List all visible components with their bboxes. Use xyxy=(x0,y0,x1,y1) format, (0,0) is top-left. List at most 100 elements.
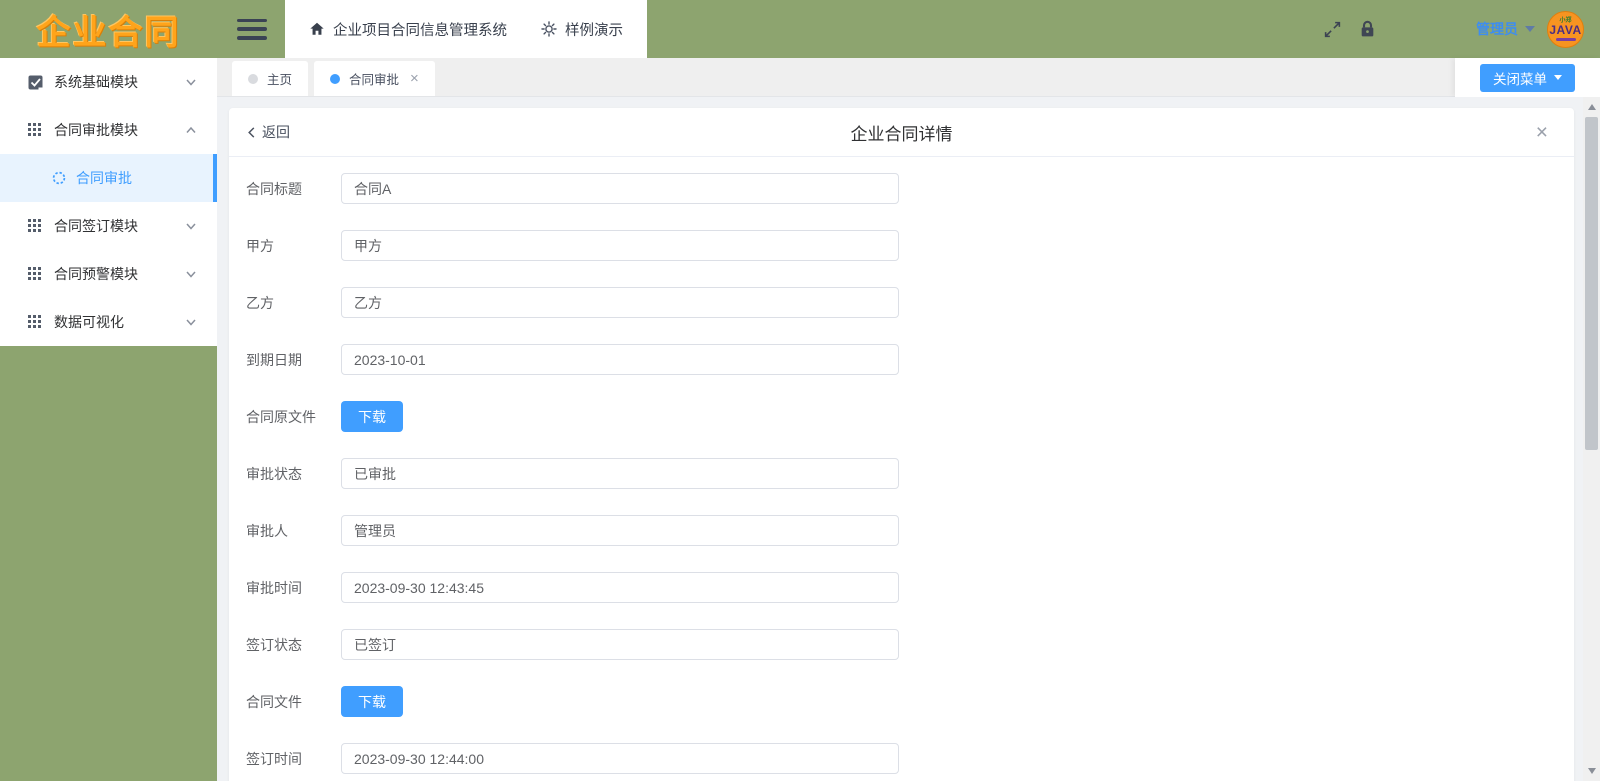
approver-input[interactable] xyxy=(341,515,899,546)
app-logo: 企业合同 xyxy=(0,0,217,58)
field-label: 合同原文件 xyxy=(246,408,316,425)
chevron-down-icon xyxy=(185,76,197,88)
field-row-approval-time: 审批时间 xyxy=(246,572,1574,603)
avatar-main-text: JAVA xyxy=(1549,22,1582,37)
field-label: 签订状态 xyxy=(246,636,302,653)
contract-form: 合同标题甲方乙方到期日期合同原文件下载审批状态审批人审批时间签订状态合同文件下载… xyxy=(229,157,1574,774)
sidebar-subitem-label: 合同审批 xyxy=(76,170,132,186)
approval-time-input[interactable] xyxy=(341,572,899,603)
user-dropdown[interactable]: 管理员 xyxy=(1476,19,1535,39)
app-logo-text: 企业合同 xyxy=(36,13,181,52)
sidebar-item-label: 合同预警模块 xyxy=(54,266,138,282)
scroll-up-icon[interactable] xyxy=(1583,99,1600,115)
chevron-down-icon xyxy=(185,268,197,280)
field-row-sign-time: 签订时间 xyxy=(246,743,1574,774)
demo-label[interactable]: 样例演示 xyxy=(565,19,623,40)
field-row-original-file: 合同原文件 下载 xyxy=(246,401,1574,432)
close-menu-button[interactable]: 关闭菜单 xyxy=(1480,63,1575,92)
tab-bar: 主页 合同审批 × 关闭菜单 xyxy=(217,58,1600,97)
content-area: 返回 企业合同详情 × 合同标题甲方乙方到期日期合同原文件下载审批状态审批人审批… xyxy=(217,97,1583,781)
tab-status-dot xyxy=(248,73,258,84)
tabs: 主页 合同审批 × xyxy=(232,61,435,96)
tab-label: 合同审批 xyxy=(349,73,400,87)
field-label: 乙方 xyxy=(246,294,274,311)
grid-icon xyxy=(28,218,43,234)
close-menu-label: 关闭菜单 xyxy=(1493,71,1547,87)
party-a-input[interactable] xyxy=(341,230,899,261)
grid-icon xyxy=(28,122,43,138)
avatar-decoration xyxy=(1555,37,1576,41)
original-file-download-button[interactable]: 下载 xyxy=(341,401,403,432)
sign-status-input[interactable] xyxy=(341,629,899,660)
field-row-approver: 审批人 xyxy=(246,515,1574,546)
tab-close-icon[interactable]: × xyxy=(410,71,419,86)
sidebar-item-label: 合同审批模块 xyxy=(54,122,138,138)
system-name[interactable]: 企业项目合同信息管理系统 xyxy=(333,19,507,40)
chevron-down-icon xyxy=(185,220,197,232)
tab-home[interactable]: 主页 xyxy=(232,61,309,96)
sidebar-item-label: 系统基础模块 xyxy=(54,74,138,90)
chevron-down-icon xyxy=(185,316,197,328)
sidebar-item-label: 合同签订模块 xyxy=(54,218,138,234)
checkbox-icon xyxy=(28,75,43,90)
field-label: 到期日期 xyxy=(246,351,302,368)
field-label: 审批状态 xyxy=(246,465,302,482)
sidebar-item-contract-approval-module[interactable]: 合同审批模块 xyxy=(0,106,217,154)
main-column: 企业项目合同信息管理系统 样例演示 管理员 小郑 JAVA 主页 合同审批 × … xyxy=(217,0,1600,781)
panel-header: 返回 企业合同详情 × xyxy=(229,108,1574,157)
scrollbar-thumb[interactable] xyxy=(1585,117,1598,450)
topbar: 企业项目合同信息管理系统 样例演示 管理员 小郑 JAVA xyxy=(217,0,1600,58)
sidebar-subitem-contract-approval[interactable]: 合同审批 xyxy=(0,154,217,202)
field-label: 审批时间 xyxy=(246,579,302,596)
grid-icon xyxy=(28,266,43,282)
close-menu-block: 关闭菜单 xyxy=(1455,58,1600,97)
party-b-input[interactable] xyxy=(341,287,899,318)
tab-status-dot xyxy=(330,73,341,84)
field-label: 合同标题 xyxy=(246,180,302,197)
field-label: 审批人 xyxy=(246,522,288,539)
field-row-contract-title: 合同标题 xyxy=(246,173,1574,204)
field-row-sign-status: 签订状态 xyxy=(246,629,1574,660)
panel-title: 企业合同详情 xyxy=(850,124,953,144)
field-label: 合同文件 xyxy=(246,693,302,710)
sidebar-item-label: 数据可视化 xyxy=(54,314,124,330)
home-icon[interactable] xyxy=(309,21,325,37)
sidebar-item-contract-signing-module[interactable]: 合同签订模块 xyxy=(0,202,217,250)
back-button[interactable]: 返回 xyxy=(246,122,290,142)
field-row-approval-status: 审批状态 xyxy=(246,458,1574,489)
chevron-down-icon xyxy=(1554,75,1562,80)
sidebar-menu: 系统基础模块 合同审批模块合同审批合同签订模块 合同预警模块 数据可视化 xyxy=(0,58,217,346)
lock-icon[interactable] xyxy=(1359,20,1376,38)
sidebar-item-contract-warning-module[interactable]: 合同预警模块 xyxy=(0,250,217,298)
field-row-contract-file: 合同文件 下载 xyxy=(246,686,1574,717)
vertical-scrollbar[interactable] xyxy=(1583,97,1600,781)
contract-title-input[interactable] xyxy=(341,173,899,204)
avatar[interactable]: 小郑 JAVA xyxy=(1547,10,1584,48)
sidebar-item-data-visualization[interactable]: 数据可视化 xyxy=(0,298,217,346)
close-icon[interactable]: × xyxy=(1536,122,1548,143)
hamburger-menu-icon[interactable] xyxy=(237,18,267,40)
grid-icon xyxy=(28,314,43,330)
field-row-party-b: 乙方 xyxy=(246,287,1574,318)
fullscreen-icon[interactable] xyxy=(1323,20,1342,39)
gear-icon[interactable] xyxy=(541,21,557,37)
sidebar-item-system-base[interactable]: 系统基础模块 xyxy=(0,58,217,106)
sign-time-input[interactable] xyxy=(341,743,899,774)
topbar-right: 管理员 小郑 JAVA xyxy=(1323,10,1600,48)
scroll-down-icon[interactable] xyxy=(1583,763,1600,779)
chevron-left-icon xyxy=(248,126,255,138)
tab-contract-approval[interactable]: 合同审批 × xyxy=(314,61,435,96)
field-label: 甲方 xyxy=(246,237,274,254)
field-label: 签订时间 xyxy=(246,750,302,767)
back-label: 返回 xyxy=(262,124,290,140)
field-row-party-a: 甲方 xyxy=(246,230,1574,261)
contract-file-download-button[interactable]: 下载 xyxy=(341,686,403,717)
contract-detail-panel: 返回 企业合同详情 × 合同标题甲方乙方到期日期合同原文件下载审批状态审批人审批… xyxy=(229,108,1574,781)
chevron-down-icon xyxy=(1525,26,1535,32)
sidebar: 企业合同 系统基础模块 合同审批模块合同审批合同签订模块 合同预警模块 数据可视化 xyxy=(0,0,217,781)
globe-icon xyxy=(52,171,66,185)
expiry-date-input[interactable] xyxy=(341,344,899,375)
breadcrumb: 企业项目合同信息管理系统 样例演示 xyxy=(285,0,647,58)
field-row-expiry-date: 到期日期 xyxy=(246,344,1574,375)
approval-status-input[interactable] xyxy=(341,458,899,489)
